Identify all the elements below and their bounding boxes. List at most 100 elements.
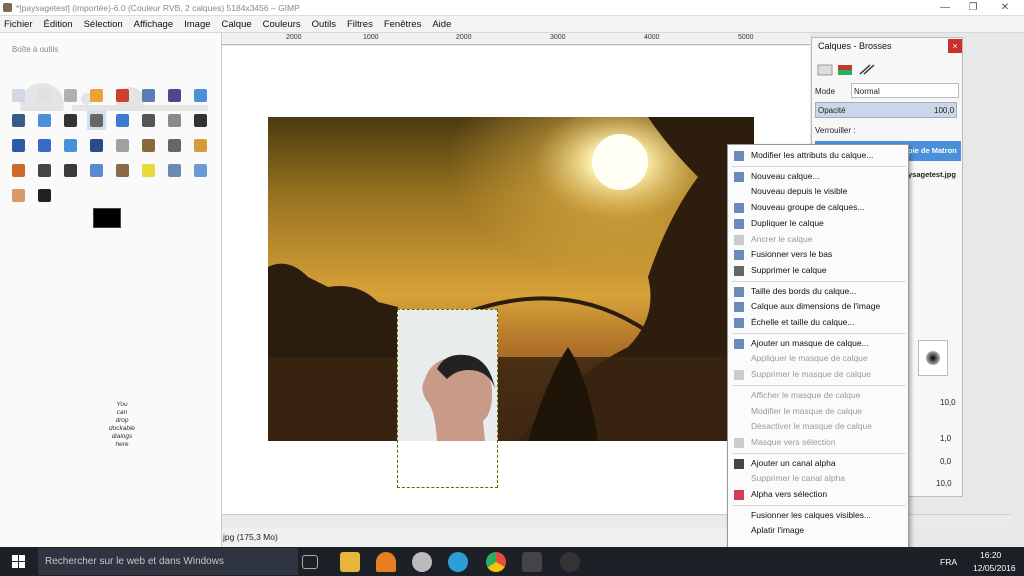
app-icon[interactable]	[448, 552, 468, 572]
tool-button[interactable]	[9, 86, 28, 105]
horizontal-ruler[interactable]: 2000 1000 2000 3000 4000 5000	[222, 33, 810, 45]
menu-filtres[interactable]: Filtres	[347, 19, 373, 30]
tool-button[interactable]	[113, 136, 132, 155]
brush-preview[interactable]	[918, 340, 948, 376]
tool-icon	[168, 164, 181, 177]
menu-item[interactable]: Fusionner les calques visibles...	[728, 508, 908, 523]
menu-item[interactable]: Taille des bords du calque...	[728, 284, 908, 299]
menu-item[interactable]: Modifier les attributs du calque...	[728, 148, 908, 163]
menu-couleurs[interactable]: Couleurs	[263, 19, 301, 30]
tool-button[interactable]	[191, 111, 210, 130]
menu-image[interactable]: Image	[184, 19, 210, 30]
tool-button[interactable]	[61, 86, 80, 105]
tool-icon	[90, 89, 103, 102]
menu-affichage[interactable]: Affichage	[134, 19, 173, 30]
brush-spacing-value[interactable]: 10,0	[940, 398, 956, 407]
menu-item[interactable]: Nouveau groupe de calques...	[728, 200, 908, 215]
menu-edition[interactable]: Édition	[44, 19, 73, 30]
tool-button[interactable]	[61, 161, 80, 180]
tool-button[interactable]	[191, 136, 210, 155]
dock-close-button[interactable]: ×	[948, 39, 962, 53]
foreground-color-swatch[interactable]	[93, 208, 121, 228]
file-explorer-icon[interactable]	[340, 552, 360, 572]
clock-date[interactable]: 12/05/2016	[973, 563, 1016, 573]
menu-item[interactable]: Calque aux dimensions de l'image	[728, 299, 908, 314]
clock-time[interactable]: 16:20	[980, 550, 1001, 560]
task-view-icon[interactable]	[302, 555, 318, 569]
menu-calque[interactable]: Calque	[222, 19, 252, 30]
menu-item[interactable]: Nouveau depuis le visible	[728, 184, 908, 199]
menu-item[interactable]: Dupliquer le calque	[728, 216, 908, 231]
menu-item[interactable]: Ajouter un masque de calque...	[728, 336, 908, 351]
tool-button[interactable]	[87, 111, 106, 130]
menu-separator	[732, 384, 906, 386]
anchor-icon	[734, 234, 744, 245]
tool-button[interactable]	[9, 186, 28, 205]
tool-button[interactable]	[139, 161, 158, 180]
language-indicator[interactable]: FRA	[940, 557, 957, 567]
tool-button[interactable]	[139, 86, 158, 105]
tool-button[interactable]	[87, 161, 106, 180]
dock-tabs[interactable]	[816, 62, 886, 78]
tool-button[interactable]	[35, 186, 54, 205]
menu-item-label: Nouveau calque...	[751, 170, 820, 181]
drop-hint-line: dialogs	[111, 433, 133, 440]
menu-selection[interactable]: Sélection	[84, 19, 123, 30]
menu-item[interactable]: Alpha vers sélection	[728, 487, 908, 502]
tool-button[interactable]	[165, 136, 184, 155]
tool-button[interactable]	[113, 161, 132, 180]
windows-start-icon[interactable]	[0, 547, 38, 576]
tool-button[interactable]	[61, 136, 80, 155]
menu-item[interactable]: Ajouter un canal alpha	[728, 456, 908, 471]
tool-button[interactable]	[191, 86, 210, 105]
menu-item-label: Ajouter un canal alpha	[751, 457, 836, 468]
tool-button[interactable]	[139, 111, 158, 130]
menu-outils[interactable]: Outils	[312, 19, 336, 30]
tool-button[interactable]	[87, 86, 106, 105]
tool-button[interactable]	[35, 111, 54, 130]
tool-button[interactable]	[191, 161, 210, 180]
menu-separator	[732, 280, 906, 282]
selection-marquee[interactable]	[397, 309, 498, 488]
tool-button[interactable]	[87, 136, 106, 155]
status-bar	[222, 527, 810, 547]
tool-button[interactable]	[35, 161, 54, 180]
menu-item[interactable]: Échelle et taille du calque...	[728, 315, 908, 330]
tool-button[interactable]	[9, 136, 28, 155]
tool-button[interactable]	[61, 111, 80, 130]
spin-value[interactable]: 10,0	[936, 479, 952, 488]
mask-add-icon	[734, 338, 744, 349]
app-icon[interactable]	[560, 552, 580, 572]
tool-button[interactable]	[35, 136, 54, 155]
gimp-taskbar-icon[interactable]	[412, 552, 432, 572]
tool-button[interactable]	[113, 111, 132, 130]
sunset-photo-layer[interactable]	[268, 117, 754, 441]
tool-button[interactable]	[165, 161, 184, 180]
menu-fenetres[interactable]: Fenêtres	[384, 19, 422, 30]
folder-icon	[734, 203, 744, 214]
close-window-button[interactable]: ✕	[990, 1, 1020, 15]
menu-item-label: Alpha vers sélection	[751, 489, 828, 499]
maximize-button[interactable]: ❐	[958, 1, 988, 15]
tool-button[interactable]	[139, 136, 158, 155]
spin-value[interactable]: 0,0	[940, 457, 951, 466]
tool-button[interactable]	[9, 161, 28, 180]
drop-hint-line: drop	[115, 417, 129, 424]
menu-item[interactable]: Supprimer le calque	[728, 263, 908, 278]
tool-button[interactable]	[35, 86, 54, 105]
app-icon[interactable]	[522, 552, 542, 572]
tool-button[interactable]	[165, 86, 184, 105]
menu-fichier[interactable]: Fichier	[4, 19, 33, 30]
vlc-icon[interactable]	[376, 552, 396, 572]
menu-item[interactable]: Aplatir l'image	[728, 523, 908, 538]
tool-icon	[38, 139, 51, 152]
chrome-icon[interactable]	[486, 552, 506, 572]
menu-aide[interactable]: Aide	[432, 19, 451, 30]
menu-item[interactable]: Nouveau calque...	[728, 169, 908, 184]
tool-button[interactable]	[165, 111, 184, 130]
tool-button[interactable]	[9, 111, 28, 130]
menu-item[interactable]: Fusionner vers le bas	[728, 247, 908, 262]
minimize-button[interactable]: —	[930, 1, 960, 15]
tool-button[interactable]	[113, 86, 132, 105]
spin-value[interactable]: 1,0	[940, 434, 951, 443]
